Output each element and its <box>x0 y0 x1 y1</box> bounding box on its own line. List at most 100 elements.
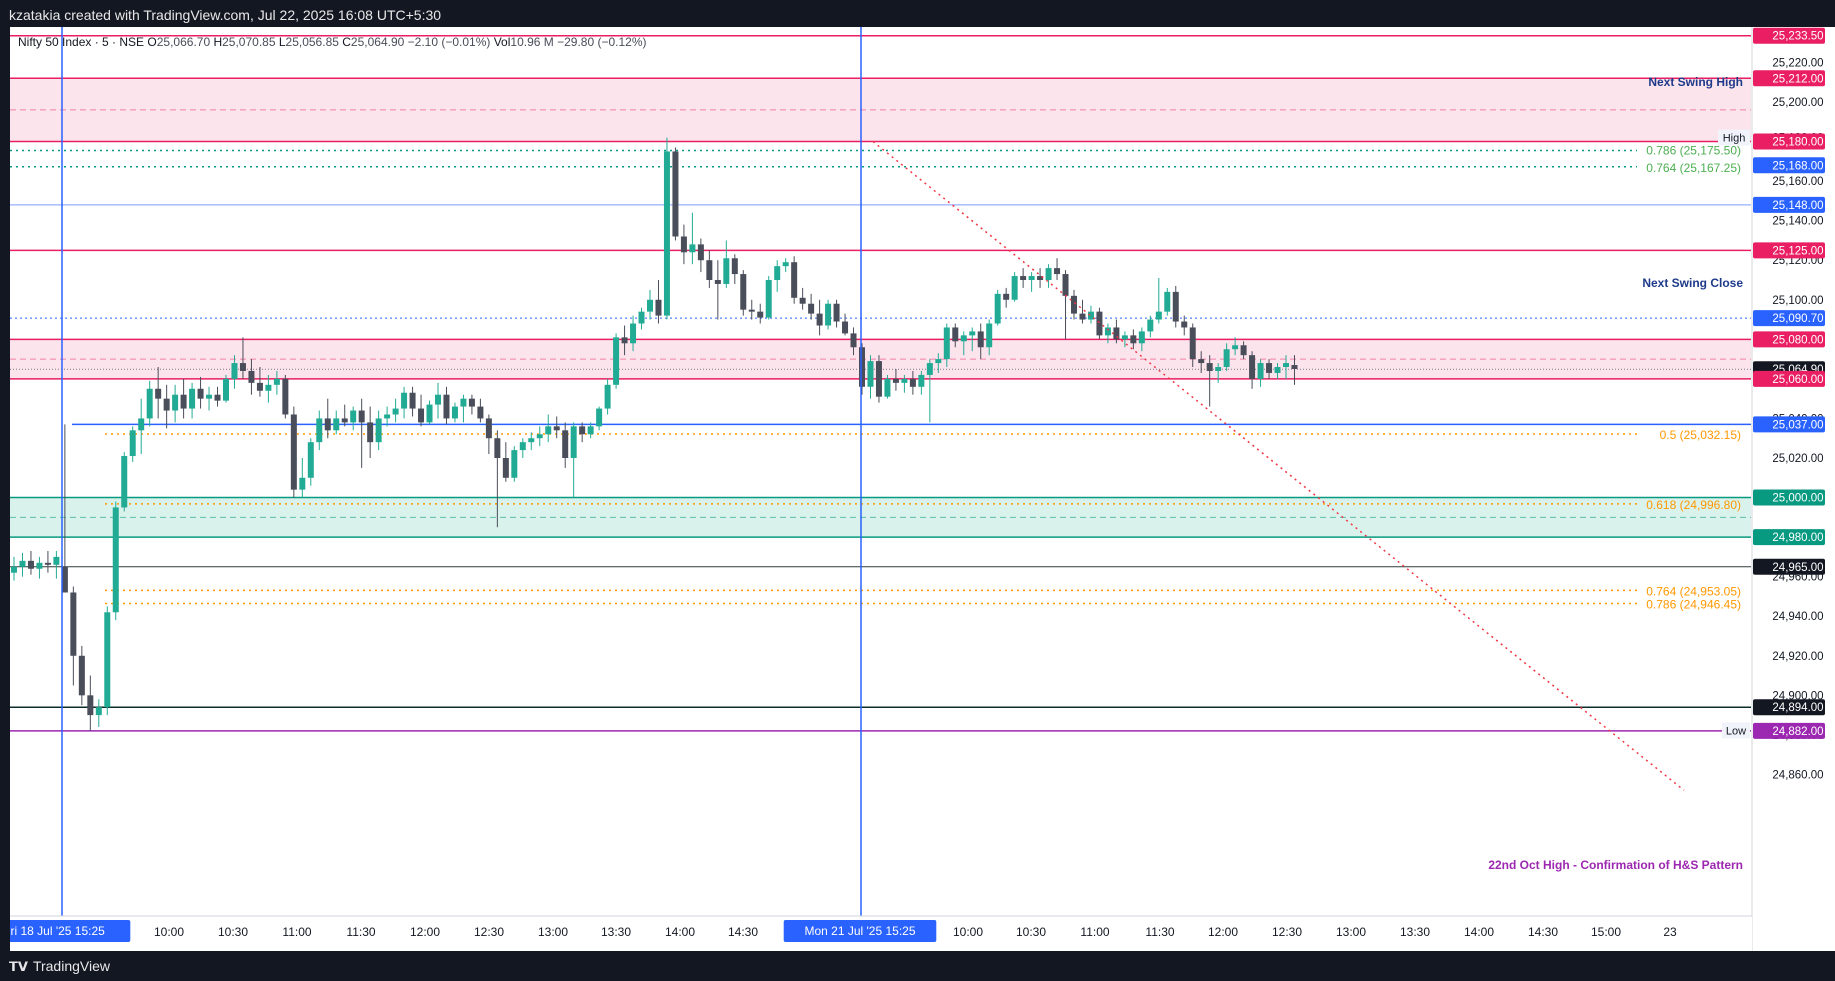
candle-up <box>36 562 43 569</box>
candle-down <box>1020 276 1027 280</box>
candle-up <box>231 363 238 379</box>
label-next-swing-high: Next Swing High <box>1648 75 1743 89</box>
candle-up <box>825 303 832 326</box>
candle-up <box>901 378 908 383</box>
price-tick-label: 24,920.00 <box>1772 651 1823 663</box>
time-label: 10:30 <box>1016 925 1046 939</box>
candle-up <box>189 388 196 409</box>
candle-up <box>511 450 518 478</box>
candle-down <box>78 655 85 696</box>
time-label: 10:00 <box>154 925 184 939</box>
candle-up <box>146 388 153 419</box>
candle-down <box>477 406 484 419</box>
price-badge: 25,168.00 <box>1772 160 1823 172</box>
candle-down <box>282 378 289 415</box>
candle-up <box>867 361 874 387</box>
candle-down <box>850 333 857 348</box>
low-tag: Low <box>1726 725 1746 737</box>
price-tick-label: 25,200.00 <box>1772 97 1823 109</box>
plot-area <box>10 27 1751 916</box>
candle-down <box>180 394 187 409</box>
candle-down <box>892 378 899 383</box>
brand-name: TradingView <box>32 958 110 974</box>
candle-up <box>519 442 526 451</box>
price-tick-label: 25,220.00 <box>1772 57 1823 69</box>
time-label: 11:30 <box>1145 925 1174 939</box>
candle-up <box>1138 331 1145 344</box>
candle-up <box>604 384 611 409</box>
candle-up <box>638 311 645 324</box>
label-fib-0764-upper: 0.764 (25,167.25) <box>1646 161 1741 175</box>
candle-up <box>986 323 993 348</box>
price-badge: 24,894.00 <box>1772 702 1823 714</box>
candle-down <box>87 695 94 716</box>
candle-up <box>121 456 128 508</box>
candle-down <box>1003 293 1010 300</box>
candle-down <box>485 418 492 439</box>
candle-down <box>239 363 246 371</box>
time-label: 12:00 <box>1208 925 1238 939</box>
candle-up <box>587 426 594 435</box>
candle-down <box>1054 268 1061 275</box>
candle-down <box>562 430 569 458</box>
candle-down <box>842 321 849 334</box>
candle-down <box>909 378 916 387</box>
candle-up <box>375 418 382 443</box>
candle-down <box>367 422 374 443</box>
candle-up <box>206 394 213 399</box>
candle-up <box>545 426 552 435</box>
candle-up <box>1283 363 1289 368</box>
candle-down <box>163 398 170 411</box>
time-label: 11:30 <box>346 925 375 939</box>
candle-up <box>104 612 111 708</box>
time-label: 14:00 <box>1464 925 1494 939</box>
candle-up <box>95 707 102 716</box>
candle-up <box>1232 345 1239 350</box>
high-tag: High <box>1723 133 1746 145</box>
time-label: 14:30 <box>1528 925 1558 939</box>
chart-frame-left <box>0 27 10 951</box>
candle-down <box>1189 327 1196 360</box>
candle-down <box>44 562 51 565</box>
candle-up <box>926 363 933 375</box>
time-label: 11:00 <box>282 925 311 939</box>
time-label-highlight: Mon 21 Jul '25 15:25 <box>804 924 915 938</box>
label-fib-05: 0.5 (25,032.15) <box>1660 428 1741 442</box>
time-label: 13:30 <box>1400 925 1430 939</box>
candle-up <box>774 266 781 280</box>
label-next-swing-close: Next Swing Close <box>1642 276 1743 290</box>
candle-down <box>468 398 475 407</box>
label-fib-0618: 0.618 (24,996.80) <box>1646 498 1741 512</box>
candle-down <box>808 303 815 314</box>
price-chart[interactable]: Next Swing High Next Swing Close 22nd Oct … <box>0 0 1835 981</box>
candle-up <box>333 418 340 431</box>
candle-up <box>316 418 323 443</box>
candle-down <box>816 313 823 326</box>
candle-down <box>1266 363 1273 373</box>
candle-up <box>1274 367 1281 373</box>
candle-down <box>655 299 662 316</box>
candle-up <box>647 299 653 312</box>
tradingview-logo[interactable]: 𝗧𝗩 TradingView <box>9 958 110 975</box>
price-badge: 25,037.00 <box>1772 419 1823 431</box>
time-label: 13:30 <box>601 925 631 939</box>
candle-down <box>672 151 679 237</box>
candle-up <box>528 438 535 443</box>
time-label: 14:00 <box>665 925 695 939</box>
candle-up <box>935 359 942 364</box>
candle-down <box>731 258 738 275</box>
candle-down <box>1181 321 1188 328</box>
candle-down <box>197 388 204 399</box>
price-badge: 25,233.50 <box>1772 31 1823 43</box>
candle-down <box>248 370 255 383</box>
price-badge: 24,882.00 <box>1772 726 1823 738</box>
candle-down <box>27 560 34 569</box>
candle-down <box>1113 327 1120 340</box>
candle-down <box>1096 311 1103 336</box>
candle-down <box>1291 365 1298 369</box>
candle-up <box>613 337 620 385</box>
candle-up <box>782 262 789 267</box>
candle-up <box>172 394 179 411</box>
candle-up <box>1223 349 1230 368</box>
candle-up <box>138 418 145 431</box>
